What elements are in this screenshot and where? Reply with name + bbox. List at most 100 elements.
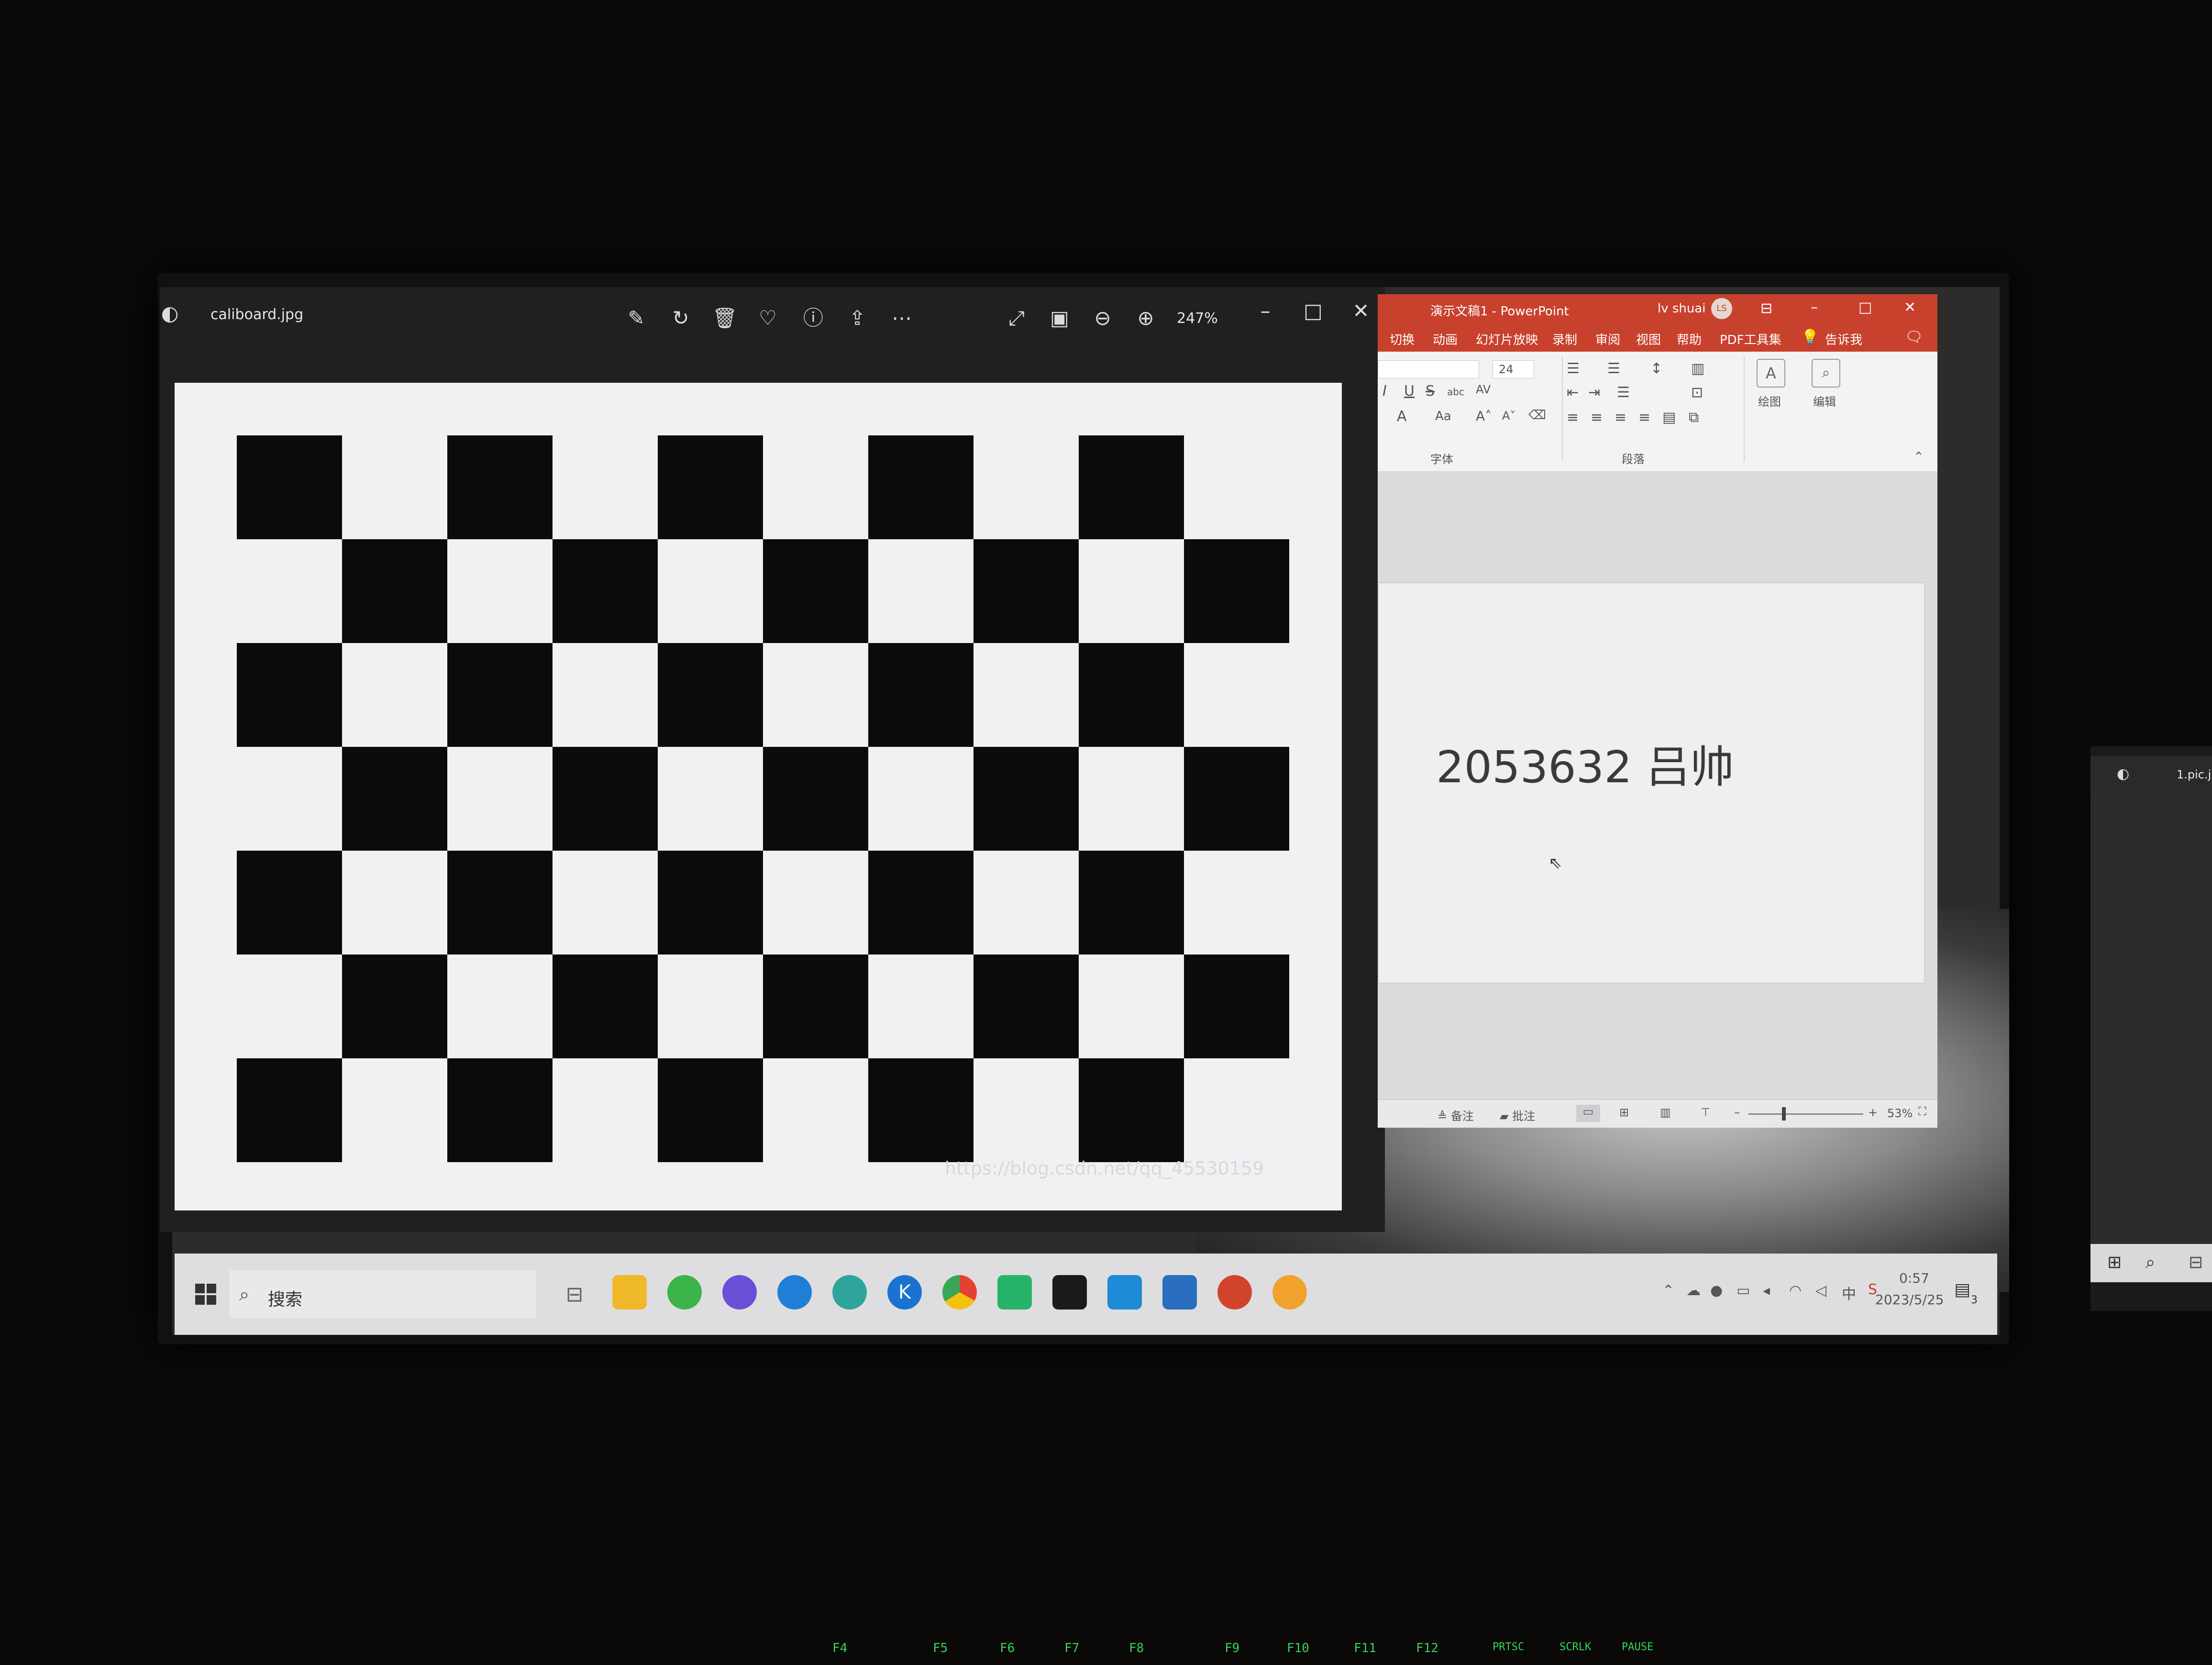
minimize-icon[interactable]: – (1251, 297, 1280, 325)
vscode-icon[interactable] (1107, 1275, 1142, 1310)
wifi-icon[interactable]: ◠ (1789, 1282, 1802, 1299)
font-color-icon[interactable]: A (1397, 408, 1407, 425)
fit-window-icon[interactable]: ▣ (1045, 304, 1074, 333)
normal-view-icon[interactable]: ▭ (1576, 1105, 1600, 1122)
search-icon[interactable]: ⌕ (2146, 1253, 2155, 1273)
clear-format-icon[interactable]: ⌫ (1528, 408, 1546, 422)
zoom-out-icon[interactable]: – (1734, 1106, 1740, 1119)
browser-icon[interactable] (832, 1275, 867, 1310)
chrome-icon[interactable] (942, 1275, 977, 1310)
char-spacing-icon[interactable]: AV (1476, 383, 1491, 396)
maximize-icon[interactable]: □ (1858, 299, 1872, 316)
text-shadow-icon[interactable]: abc (1447, 386, 1464, 398)
font-size-combo[interactable]: 24 (1493, 360, 1534, 378)
k-app-icon[interactable]: K (887, 1275, 922, 1310)
delete-icon[interactable]: 🗑 (710, 304, 739, 333)
volume-icon[interactable]: ◁ (1815, 1282, 1826, 1299)
copilot-icon[interactable] (722, 1275, 757, 1310)
photos-icon[interactable] (1162, 1275, 1197, 1310)
shrink-font-icon[interactable]: A˅ (1502, 409, 1515, 422)
edge-icon[interactable] (777, 1275, 812, 1310)
zoom-slider[interactable] (1748, 1107, 1863, 1121)
clock-time[interactable]: 0:57 (1899, 1270, 1929, 1286)
justify-icon[interactable]: ≡ (1638, 409, 1650, 426)
tab-pdf-tools[interactable]: PDF工具集 (1720, 330, 1781, 348)
slide-title-text[interactable]: 2053632 吕帅 (1436, 732, 1734, 795)
pdf-app-icon[interactable] (997, 1275, 1032, 1310)
clock-date[interactable]: 2023/5/25 (1875, 1292, 1944, 1308)
qq-icon[interactable]: ● (1710, 1282, 1723, 1299)
align-center-icon[interactable]: ≡ (1591, 409, 1603, 426)
ppt-user-name[interactable]: lv shuai (1658, 301, 1706, 316)
zoom-level[interactable]: 247% (1177, 310, 1218, 327)
tell-me-search[interactable]: 告诉我 (1825, 330, 1862, 348)
collapse-ribbon-icon[interactable]: ⌃ (1913, 450, 1924, 464)
zoom-slider-thumb[interactable] (1782, 1107, 1786, 1121)
distributed-icon[interactable]: ▤ (1662, 409, 1676, 426)
draw-button[interactable]: A 绘图 (1744, 356, 1796, 428)
align-text-icon[interactable]: ⊡ (1691, 384, 1703, 401)
columns-icon[interactable]: ▥ (1691, 360, 1704, 377)
info-icon[interactable]: ⓘ (799, 304, 828, 333)
comments-button[interactable]: ▰ 批注 (1500, 1107, 1535, 1123)
tab-review[interactable]: 审阅 (1595, 330, 1620, 348)
tab-slideshow[interactable]: 幻灯片放映 (1476, 330, 1538, 348)
zoom-out-icon[interactable]: ⊖ (1088, 304, 1117, 333)
tab-transitions[interactable]: 切换 (1390, 330, 1415, 348)
font-name-combo[interactable] (1378, 360, 1479, 378)
smartart-icon[interactable]: ⧉ (1689, 409, 1699, 426)
powerpoint-icon[interactable] (1217, 1275, 1252, 1310)
close-icon[interactable]: ✕ (1347, 297, 1375, 325)
change-case-icon[interactable]: Aa (1435, 409, 1451, 423)
more-icon[interactable]: ⋯ (887, 304, 916, 333)
bullets-icon[interactable]: ☰ (1567, 360, 1580, 377)
rotate-icon[interactable]: ↻ (666, 304, 695, 333)
share-icon[interactable]: ⇪ (843, 304, 872, 333)
edit-image-icon[interactable]: ✎ (622, 304, 651, 333)
zoom-in-icon[interactable]: + (1868, 1106, 1878, 1119)
avatar[interactable]: LS (1711, 298, 1732, 319)
fit-slide-icon[interactable]: ⛶ (1918, 1105, 1926, 1118)
italic-icon[interactable]: I (1382, 383, 1387, 400)
task-view-icon[interactable]: ⊟ (2189, 1253, 2203, 1272)
task-view-icon[interactable]: ⊟ (557, 1277, 592, 1312)
ribbon-display-icon[interactable]: ⊟ (1760, 300, 1772, 317)
windows-icon[interactable]: ⊞ (2107, 1253, 2122, 1272)
favorite-icon[interactable]: ♡ (753, 304, 782, 333)
tab-animations[interactable]: 动画 (1433, 330, 1458, 348)
taskbar-search[interactable]: ⌕ 搜索 (230, 1270, 536, 1318)
show-hidden-icons-icon[interactable]: ⌃ (1662, 1282, 1674, 1299)
cloud-icon[interactable]: ☁ (1686, 1282, 1701, 1299)
grow-font-icon[interactable]: A˄ (1476, 408, 1492, 424)
increase-indent-icon[interactable]: ⇥ (1588, 384, 1600, 401)
strikethrough-icon[interactable]: S (1426, 383, 1435, 400)
tab-view[interactable]: 视图 (1636, 330, 1661, 348)
maximize-icon[interactable]: □ (1299, 297, 1327, 325)
fullscreen-icon[interactable]: ⤢ (1002, 304, 1031, 333)
terminal-icon[interactable] (1052, 1275, 1087, 1310)
zoom-in-icon[interactable]: ⊕ (1131, 304, 1160, 333)
file-explorer-icon[interactable] (612, 1275, 647, 1310)
battery-icon[interactable]: ▭ (1736, 1282, 1750, 1299)
usb-icon[interactable]: ◂ (1763, 1282, 1770, 1299)
underline-icon[interactable]: U (1404, 383, 1415, 400)
align-left-icon[interactable]: ≡ (1567, 409, 1579, 426)
start-button[interactable] (191, 1280, 220, 1309)
input-method-icon[interactable]: 中 (1842, 1282, 1856, 1303)
slide-sorter-icon[interactable]: ⊞ (1619, 1106, 1629, 1119)
wechat-icon[interactable] (667, 1275, 702, 1310)
slideshow-icon[interactable]: ⊤ (1701, 1106, 1711, 1119)
align-right-icon[interactable]: ≡ (1615, 409, 1626, 426)
reading-view-icon[interactable]: ▥ (1660, 1106, 1671, 1119)
notification-center-icon[interactable]: ▤ (1954, 1280, 1970, 1299)
close-icon[interactable]: ✕ (1904, 299, 1916, 316)
edit-button[interactable]: ⌕ 编辑 (1799, 356, 1851, 428)
line-spacing-icon[interactable]: ↕ (1650, 360, 1662, 377)
text-direction-icon[interactable]: ☰ (1617, 384, 1630, 401)
minimize-icon[interactable]: – (1811, 299, 1818, 316)
zoom-percent[interactable]: 53% (1887, 1107, 1913, 1120)
media-app-icon[interactable] (1272, 1275, 1307, 1310)
tab-record[interactable]: 录制 (1552, 330, 1577, 348)
comments-icon[interactable]: 🗨 (1905, 329, 1923, 345)
numbering-icon[interactable]: ☰ (1607, 360, 1620, 377)
